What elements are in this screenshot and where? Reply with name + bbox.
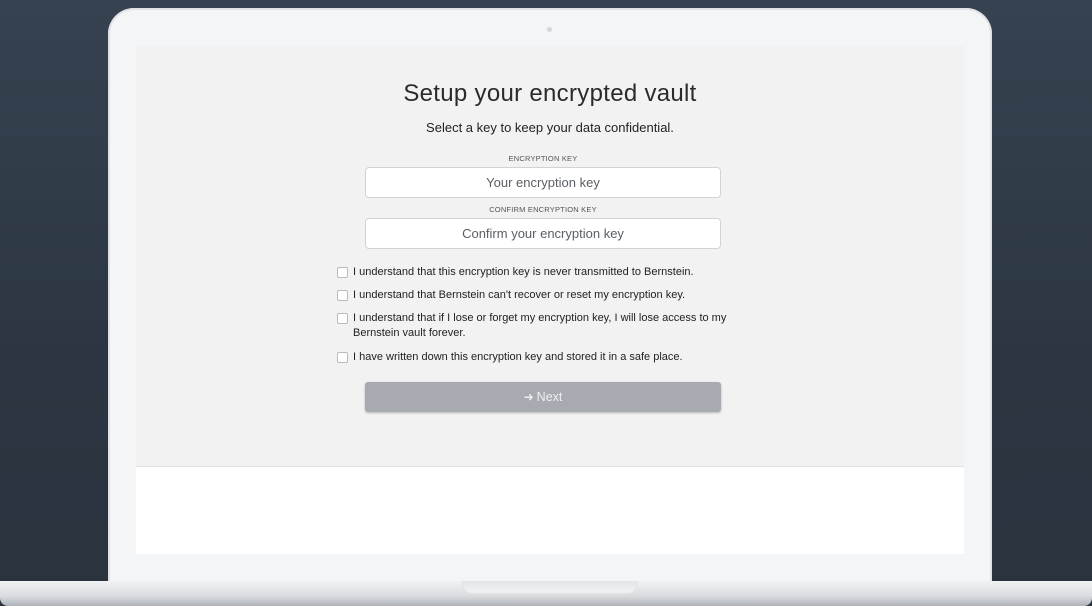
page-title: Setup your encrypted vault	[403, 80, 697, 107]
confirm-key-placeholder: Confirm your encryption key	[462, 226, 624, 241]
confirm-key-label: CONFIRM ENCRYPTION KEY	[489, 205, 597, 214]
confirm-key-input[interactable]: Confirm your encryption key	[365, 218, 721, 249]
checkbox[interactable]	[337, 313, 348, 324]
next-button-label: Next	[536, 390, 563, 404]
checkbox[interactable]	[337, 290, 348, 301]
checkbox[interactable]	[337, 267, 348, 278]
page-subtitle: Select a key to keep your data confident…	[426, 120, 674, 135]
next-button[interactable]: ➜ Next	[365, 382, 721, 412]
checkbox[interactable]	[337, 352, 348, 363]
checkbox-label: I have written down this encryption key …	[353, 351, 683, 363]
laptop-screen: Setup your encrypted vault Select a key …	[136, 46, 964, 554]
camera-dot	[547, 27, 552, 32]
checkbox-label: I understand that Bernstein can't recove…	[353, 289, 686, 301]
vault-setup-panel: Setup your encrypted vault Select a key …	[136, 46, 964, 467]
encryption-key-label: ENCRYPTION KEY	[508, 154, 578, 163]
encryption-key-input[interactable]: Your encryption key	[365, 167, 721, 198]
checkbox-label: I understand that if I lose or forget my…	[353, 312, 727, 339]
laptop-notch	[462, 581, 638, 594]
sign-in-icon: ➜	[523, 390, 534, 404]
checkbox-label: I understand that this encryption key is…	[353, 266, 694, 278]
encryption-key-placeholder: Your encryption key	[486, 175, 600, 190]
